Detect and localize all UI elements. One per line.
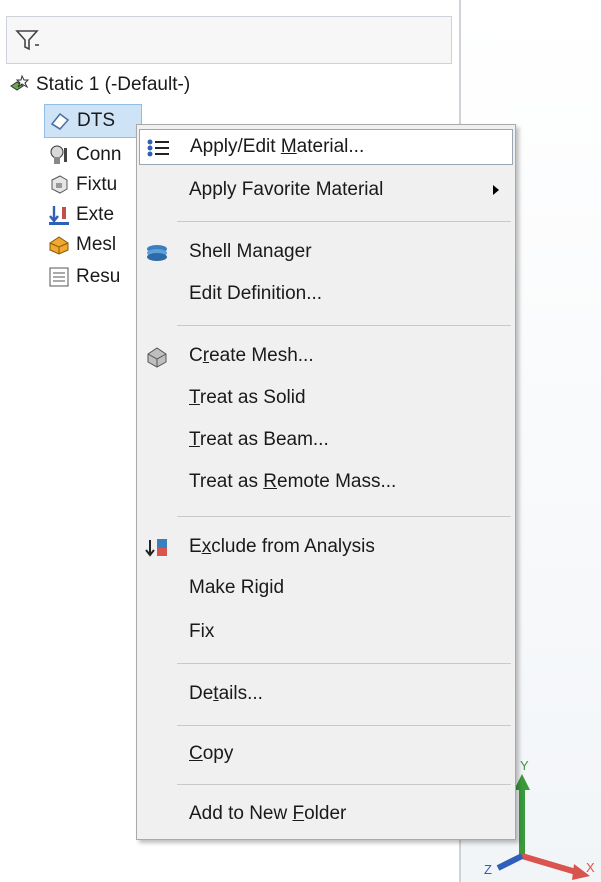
menu-separator: [177, 516, 511, 517]
menu-treat-as-beam[interactable]: Treat as Beam...: [139, 423, 513, 459]
material-list-icon: [147, 139, 169, 157]
menu-label: Exclude from Analysis: [189, 536, 375, 557]
menu-label: Treat as Beam...: [189, 429, 329, 450]
tree-item-label: Mesl: [76, 234, 117, 255]
tree-root-study[interactable]: Static 1 (-Default-): [8, 70, 190, 100]
menu-add-to-new-folder[interactable]: Add to New Folder: [139, 797, 513, 833]
menu-separator: [177, 221, 511, 222]
menu-label: Treat as Solid: [189, 387, 306, 408]
tree-item-label: DTS: [77, 110, 115, 131]
menu-separator: [177, 784, 511, 785]
menu-make-rigid[interactable]: Make Rigid: [139, 571, 513, 607]
menu-create-mesh[interactable]: Create Mesh...: [139, 339, 513, 375]
tree-item-external-loads[interactable]: Exte: [48, 200, 114, 230]
menu-treat-as-solid[interactable]: Treat as Solid: [139, 381, 513, 417]
menu-label: Create Mesh...: [189, 345, 314, 366]
menu-label: Edit Definition...: [189, 283, 323, 304]
static-study-icon: [10, 74, 30, 91]
fixtures-icon: [51, 175, 68, 194]
tree-item-dts[interactable]: DTS: [44, 104, 142, 138]
menu-apply-favorite-material[interactable]: Apply Favorite Material: [139, 173, 513, 209]
tree-item-label: Resu: [76, 266, 121, 287]
submenu-arrow-icon: [493, 185, 499, 195]
z-axis-arrow: [496, 853, 524, 871]
filter-bar[interactable]: [6, 16, 452, 64]
menu-shell-manager[interactable]: Shell Manager: [139, 235, 513, 271]
menu-fix[interactable]: Fix: [139, 615, 513, 651]
tree-item-label: Exte: [76, 204, 115, 225]
menu-label: Apply Favorite Material: [189, 179, 384, 200]
create-mesh-icon: [147, 347, 167, 368]
connections-icon: [50, 145, 67, 164]
results-icon: [49, 267, 69, 287]
menu-label: Shell Manager: [189, 241, 312, 262]
tree-item-connections[interactable]: Conn: [48, 140, 121, 170]
z-axis-label: Z: [484, 862, 492, 877]
menu-label: Treat as Remote Mass...: [189, 471, 397, 492]
menu-separator: [177, 663, 511, 664]
menu-label: Add to New Folder: [189, 803, 347, 824]
tree-item-fixtures[interactable]: Fixtu: [48, 170, 117, 200]
mesh-icon: [49, 236, 69, 255]
tree-root-label: Static 1 (-Default-): [36, 74, 191, 95]
menu-copy[interactable]: Copy: [139, 737, 513, 773]
menu-label: Details...: [189, 683, 263, 704]
menu-label: Fix: [189, 621, 215, 642]
context-menu: Apply/Edit Material... Apply Favorite Ma…: [136, 124, 516, 840]
menu-label: Apply/Edit Material...: [190, 136, 365, 157]
tree-item-label: Fixtu: [76, 174, 118, 195]
shell-manager-icon: [147, 245, 167, 261]
external-loads-icon: [49, 206, 69, 225]
menu-details[interactable]: Details...: [139, 677, 513, 713]
menu-apply-edit-material[interactable]: Apply/Edit Material...: [139, 129, 513, 165]
exclude-icon: [145, 539, 167, 557]
menu-label: Make Rigid: [189, 577, 285, 598]
menu-treat-as-remote-mass[interactable]: Treat as Remote Mass...: [139, 465, 513, 501]
menu-separator: [177, 325, 511, 326]
y-axis-label: Y: [520, 758, 529, 773]
menu-exclude-from-analysis[interactable]: Exclude from Analysis: [139, 530, 513, 566]
tree-item-label: Conn: [76, 144, 122, 165]
menu-separator: [177, 725, 511, 726]
x-axis-arrow: [521, 853, 577, 875]
menu-edit-definition[interactable]: Edit Definition...: [139, 277, 513, 313]
filter-icon[interactable]: [15, 27, 41, 53]
part-icon: [50, 112, 70, 130]
menu-label: Copy: [189, 743, 234, 764]
tree-item-results[interactable]: Resu: [48, 262, 120, 292]
tree-item-mesh[interactable]: Mesl: [48, 230, 116, 260]
x-axis-label: X: [586, 860, 595, 875]
